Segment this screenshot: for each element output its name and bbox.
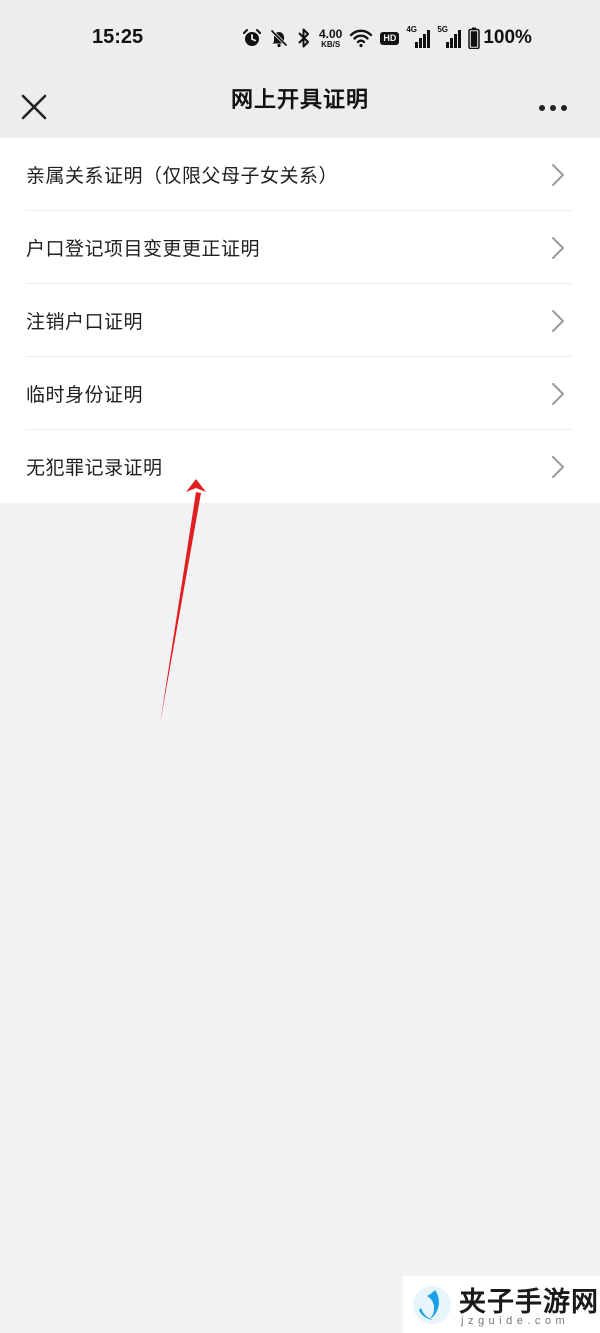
- hd-badge: HD: [380, 31, 400, 45]
- chevron-right-icon: [552, 164, 564, 186]
- menu-item-label: 亲属关系证明（仅限父母子女关系）: [26, 165, 339, 187]
- signal-4g-icon: 4G: [406, 25, 431, 48]
- net-speed-value: 4.00: [319, 26, 343, 41]
- network-speed: 4.00 KB/S: [319, 28, 342, 49]
- site-watermark: 夹子手游网 jzguide.com: [403, 1276, 600, 1333]
- signal-5g-label: 5G: [437, 25, 449, 34]
- menu-item-household-change-certificate[interactable]: 户口登记项目变更更正证明: [0, 211, 600, 284]
- chevron-right-icon: [552, 310, 564, 332]
- signal-5g-icon: 5G: [437, 25, 462, 48]
- net-speed-unit: KB/S: [321, 39, 341, 49]
- more-icon: [539, 105, 567, 111]
- menu-item-label: 注销户口证明: [26, 311, 144, 333]
- menu-item-label: 无犯罪记录证明: [26, 457, 163, 479]
- status-icons: 4.00 KB/S HD 4G 5G 100%: [242, 24, 532, 52]
- chevron-right-icon: [552, 237, 564, 259]
- signal-4g-label: 4G: [406, 25, 418, 34]
- menu-item-label: 临时身份证明: [26, 384, 144, 406]
- chevron-right-icon: [552, 383, 564, 405]
- battery-icon: [468, 27, 481, 49]
- mute-icon: [270, 29, 288, 48]
- menu-item-label: 户口登记项目变更更正证明: [26, 238, 261, 260]
- battery-percent: 100%: [483, 27, 532, 48]
- menu-item-temporary-id-certificate[interactable]: 临时身份证明: [0, 357, 600, 430]
- alarm-icon: [243, 29, 261, 46]
- menu-item-no-criminal-record-certificate[interactable]: 无犯罪记录证明: [0, 430, 600, 503]
- certificate-menu-list: 亲属关系证明（仅限父母子女关系） 户口登记项目变更更正证明 注销户口证明 临时身…: [0, 138, 600, 503]
- wifi-icon: [350, 29, 373, 48]
- status-time: 15:25: [92, 26, 144, 48]
- site-logo: [413, 1286, 451, 1324]
- page-title: 网上开具证明: [230, 88, 369, 113]
- status-bar: 15:25 4.00 KB/S HD 4G 5G 100%: [0, 0, 600, 74]
- nav-bar: 网上开具证明: [0, 74, 600, 138]
- more-button[interactable]: [532, 86, 576, 126]
- bluetooth-icon: [298, 28, 309, 48]
- watermark-title: 夹子手游网: [459, 1287, 599, 1318]
- menu-item-deregistration-certificate[interactable]: 注销户口证明: [0, 284, 600, 357]
- chevron-right-icon: [552, 456, 564, 478]
- watermark-subtitle: jzguide.com: [461, 1315, 570, 1327]
- menu-item-kinship-certificate[interactable]: 亲属关系证明（仅限父母子女关系）: [0, 138, 600, 211]
